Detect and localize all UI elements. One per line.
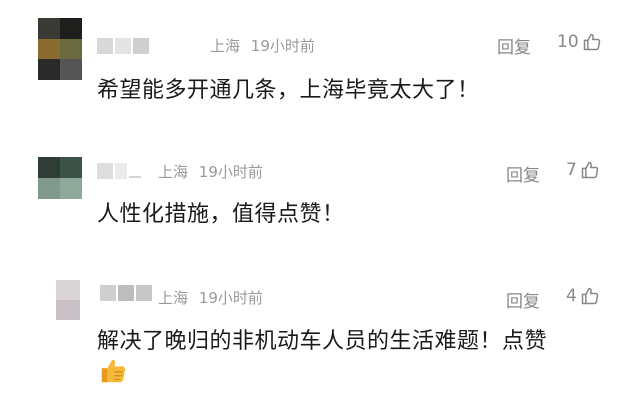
comment-item: 上海 19小时前 回复 7 人性化措施，值得点赞！ — [0, 157, 640, 257]
username-blurred[interactable] — [100, 285, 154, 301]
avatar-pixel — [60, 59, 82, 80]
like-button[interactable]: 7 — [566, 160, 600, 180]
comment-location: 上海 — [158, 289, 189, 307]
comment-time: 19小时前 — [198, 289, 263, 307]
comment-location: 上海 — [158, 163, 189, 181]
comment-time: 19小时前 — [250, 37, 315, 55]
comment-location: 上海 — [210, 37, 241, 55]
avatar-pixel — [38, 38, 60, 60]
like-count: 7 — [566, 160, 577, 180]
name-blur-block — [136, 285, 152, 301]
like-count: 4 — [566, 286, 577, 306]
thumbs-up-emoji-icon — [101, 359, 126, 383]
avatar-pixel — [56, 300, 80, 320]
avatar[interactable] — [38, 157, 82, 199]
avatar-pixel — [38, 178, 60, 199]
thumbs-up-outline-icon — [583, 33, 600, 51]
comment-text: 解决了晚归的非机动车人员的生活难题！点赞 — [97, 329, 548, 354]
name-blur-block — [115, 163, 127, 179]
username-blurred[interactable] — [97, 38, 151, 54]
avatar[interactable] — [38, 18, 82, 80]
like-button[interactable]: 10 — [557, 32, 602, 52]
comment-text: 人性化措施，值得点赞！ — [97, 202, 345, 227]
comment-item: 上海 19小时前 回复 4 解决了晚归的非机动车人员的生活难题！点赞 — [0, 280, 640, 400]
avatar-pixel — [38, 59, 60, 80]
avatar-pixel — [38, 18, 60, 39]
name-blur-block — [133, 38, 149, 54]
avatar-pixel — [38, 157, 60, 178]
thumbs-up-outline-icon — [581, 287, 599, 305]
name-dot — [129, 176, 141, 178]
avatar-pixel — [60, 157, 82, 178]
name-blur-block — [97, 38, 113, 54]
thumbs-up-outline-icon — [581, 161, 599, 179]
avatar-pixel — [60, 178, 82, 199]
comment-time: 19小时前 — [198, 163, 263, 181]
name-blur-block — [118, 285, 134, 301]
comment-meta: 上海 19小时前 — [158, 161, 269, 182]
name-blur-block — [97, 163, 113, 179]
reply-button[interactable]: 回复 — [506, 161, 540, 186]
avatar[interactable] — [56, 280, 80, 320]
reply-button[interactable]: 回复 — [506, 287, 540, 312]
avatar-pixel — [56, 280, 80, 300]
comment-item: 上海 19小时前 回复 10 希望能多开通几条，上海毕竟太大了！ — [0, 18, 640, 118]
like-count: 10 — [557, 32, 579, 52]
name-blur-block — [100, 285, 116, 301]
avatar-pixel — [60, 18, 82, 39]
comment-meta: 上海 19小时前 — [210, 35, 321, 56]
comment-text: 希望能多开通几条，上海毕竟太大了！ — [97, 78, 480, 103]
like-button[interactable]: 4 — [566, 286, 600, 306]
avatar-pixel — [60, 38, 82, 60]
reply-button[interactable]: 回复 — [497, 33, 531, 58]
name-blur-block — [115, 38, 131, 54]
username-blurred[interactable] — [97, 163, 141, 179]
comment-meta: 上海 19小时前 — [158, 287, 269, 308]
